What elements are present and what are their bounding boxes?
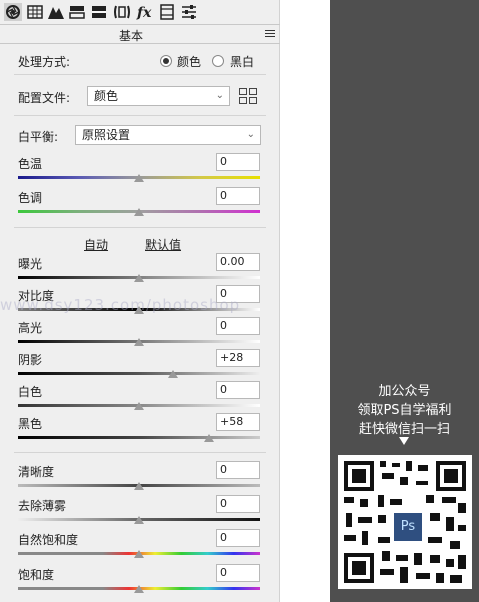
highlights-slider-thumb[interactable] — [134, 338, 144, 346]
fx-icon[interactable]: fx — [136, 3, 154, 21]
blacks-slider-thumb[interactable] — [204, 434, 214, 442]
photoshop-logo-icon: Ps — [392, 511, 424, 543]
temperature-slider-thumb[interactable] — [134, 174, 144, 182]
dehaze-label: 去除薄雾 — [18, 499, 67, 513]
tint-label: 色调 — [18, 191, 43, 205]
promo-panel: 加公众号 领取PS自学福利 赶快微信扫一扫 Ps — [330, 0, 479, 602]
promo-line-2: 领取PS自学福利 — [357, 403, 452, 418]
split-icon[interactable] — [68, 3, 86, 21]
lens-icon[interactable] — [113, 3, 131, 21]
hsl-icon[interactable] — [90, 3, 108, 21]
clarity-slider-thumb[interactable] — [134, 482, 144, 490]
promo-line-1: 加公众号 — [378, 384, 431, 399]
radio-bw[interactable] — [212, 55, 224, 67]
mountain-icon[interactable] — [47, 3, 65, 21]
blacks-slider-track[interactable] — [18, 436, 260, 439]
processing-label: 处理方式: — [18, 55, 71, 69]
section-header: 基本 — [0, 26, 280, 44]
svg-text:fx: fx — [136, 5, 152, 21]
divider — [14, 227, 266, 228]
vibrance-label: 自然饱和度 — [18, 533, 79, 547]
qr-code[interactable]: Ps — [338, 455, 472, 589]
arrow-down-icon — [399, 437, 409, 445]
camera-raw-panel: fx 基本 处理方式: 颜色 黑白 配置文件: 颜色 ⌄ 白平衡: 原照设置 ⌄… — [0, 0, 280, 602]
divider — [14, 74, 266, 75]
whites-slider-thumb[interactable] — [134, 402, 144, 410]
shadows-slider-track[interactable] — [18, 372, 260, 375]
panel-toolbar: fx — [0, 0, 280, 25]
profile-select[interactable]: 颜色 ⌄ — [87, 86, 230, 106]
panel-menu-icon[interactable] — [265, 30, 275, 38]
shadows-slider-thumb[interactable] — [168, 370, 178, 378]
white-balance-label: 白平衡: — [18, 130, 59, 144]
divider — [14, 115, 266, 116]
clarity-label: 清晰度 — [18, 465, 55, 479]
vibrance-slider-thumb[interactable] — [134, 550, 144, 558]
shadows-input[interactable]: +28 — [216, 349, 260, 367]
dehaze-slider-thumb[interactable] — [134, 516, 144, 524]
temperature-input[interactable]: 0 — [216, 153, 260, 171]
saturation-input[interactable]: 0 — [216, 564, 260, 582]
white-balance-select-value: 原照设置 — [82, 128, 131, 142]
highlights-label: 高光 — [18, 321, 43, 335]
blacks-label: 黑色 — [18, 417, 43, 431]
radio-color-label[interactable]: 颜色 — [177, 53, 201, 70]
saturation-label: 饱和度 — [18, 568, 55, 582]
clarity-input[interactable]: 0 — [216, 461, 260, 479]
blacks-input[interactable]: +58 — [216, 413, 260, 431]
divider — [14, 452, 266, 453]
radio-color[interactable] — [160, 55, 172, 67]
auto-link[interactable]: 自动 — [84, 236, 108, 253]
whites-label: 白色 — [18, 385, 43, 399]
tint-input[interactable]: 0 — [216, 187, 260, 205]
film-icon[interactable] — [158, 3, 176, 21]
chevron-down-icon: ⌄ — [246, 129, 255, 140]
saturation-slider-thumb[interactable] — [134, 585, 144, 593]
section-title: 基本 — [118, 29, 143, 43]
gap — [280, 0, 330, 602]
radio-bw-label[interactable]: 黑白 — [230, 53, 254, 70]
whites-input[interactable]: 0 — [216, 381, 260, 399]
exposure-input[interactable]: 0.00 — [216, 253, 260, 271]
grid-icon[interactable] — [26, 3, 44, 21]
dehaze-input[interactable]: 0 — [216, 495, 260, 513]
profile-browser-icon[interactable] — [239, 88, 257, 104]
aperture-icon[interactable] — [4, 3, 22, 21]
watermark-text: www.dsy123.com/photoshop — [0, 296, 241, 314]
temperature-label: 色温 — [18, 157, 43, 171]
exposure-label: 曝光 — [18, 257, 43, 271]
vibrance-input[interactable]: 0 — [216, 529, 260, 547]
white-balance-select[interactable]: 原照设置 ⌄ — [75, 125, 261, 145]
chevron-down-icon: ⌄ — [215, 90, 224, 101]
tint-slider-thumb[interactable] — [134, 208, 144, 216]
shadows-label: 阴影 — [18, 353, 43, 367]
profile-label: 配置文件: — [18, 91, 71, 105]
highlights-input[interactable]: 0 — [216, 317, 260, 335]
exposure-slider-thumb[interactable] — [134, 274, 144, 282]
profile-select-value: 颜色 — [94, 89, 119, 103]
sliders-icon[interactable] — [180, 3, 198, 21]
promo-line-3: 赶快微信扫一扫 — [358, 422, 450, 437]
default-link[interactable]: 默认值 — [145, 236, 181, 253]
